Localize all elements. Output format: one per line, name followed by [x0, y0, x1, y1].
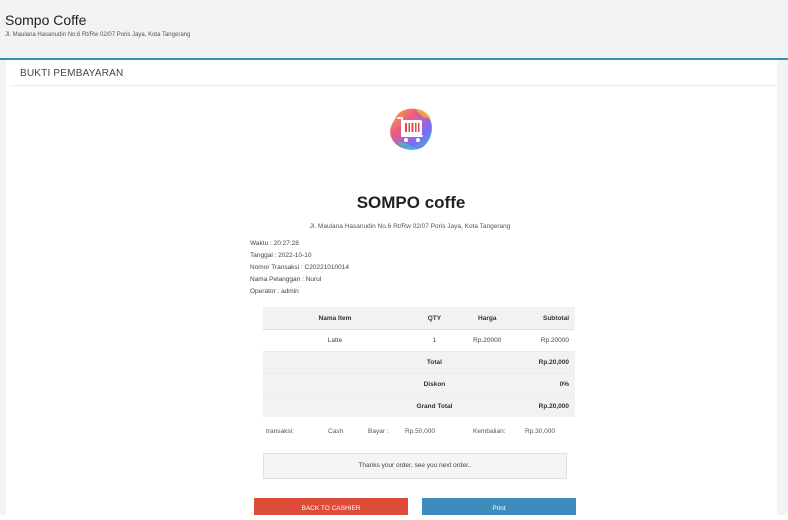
info-date: Tanggal : 2022-10-10	[250, 252, 312, 259]
col-header-item: Nama Item	[263, 307, 407, 330]
info-operator: Operator : admin	[250, 288, 299, 295]
grand-total-label: Grand Total	[406, 395, 462, 417]
card-header: BUKTI PEMBAYARAN	[10, 61, 776, 86]
summary-row-discount: Diskon 0%	[263, 373, 575, 396]
change-label: Kembalian:	[473, 428, 506, 435]
total-value: Rp.20,000	[512, 351, 575, 374]
app-header: Sompo Coffe Jl. Maulana Hasanudin No.6 R…	[0, 0, 788, 60]
info-transaction-number: Nomor Transaksi : C20221010014	[250, 264, 350, 271]
col-header-subtotal: Subtotal	[512, 307, 575, 330]
discount-value: 0%	[512, 373, 575, 396]
items-table: Nama Item QTY Harga Subtotal Latte 1 Rp.…	[263, 307, 575, 417]
item-qty: 1	[406, 329, 462, 352]
app-address: Jl. Maulana Hasanudin No.6 Rt/Rw 02/07 P…	[5, 32, 191, 38]
app-title: Sompo Coffe	[5, 12, 87, 28]
shop-name: SOMPO coffe	[356, 193, 466, 212]
payment-method-value: Cash	[328, 428, 344, 435]
thanks-message: Thanks your order, see you next order..	[263, 453, 567, 479]
change-value: Rp.30,000	[525, 428, 555, 435]
card-title: BUKTI PEMBAYARAN	[20, 68, 124, 79]
paid-value: Rp.50,000	[405, 428, 435, 435]
summary-row-grand-total: Grand Total Rp.20,000	[263, 395, 575, 417]
item-subtotal: Rp.20000	[512, 329, 575, 352]
item-name: Latte	[263, 329, 407, 352]
back-to-cashier-button[interactable]: BACK TO CASHIER	[254, 498, 408, 515]
print-button[interactable]: Print	[422, 498, 576, 515]
paid-label: Bayar :	[368, 428, 389, 435]
table-header-row: Nama Item QTY Harga Subtotal	[263, 307, 575, 330]
item-price: Rp.20000	[461, 329, 513, 352]
left-gutter	[0, 60, 6, 515]
col-header-qty: QTY	[406, 307, 462, 330]
info-customer-name: Nama Pelanggan : Nurul	[250, 276, 322, 283]
shopping-cart-icon	[385, 103, 437, 155]
total-label: Total	[406, 351, 462, 374]
summary-row-total: Total Rp.20,000	[263, 351, 575, 374]
grand-total-value: Rp.20,000	[512, 395, 575, 417]
col-header-price: Harga	[461, 307, 513, 330]
shop-address: Jl. Maulana Hasanudin No.6 Rt/Rw 02/07 P…	[309, 223, 511, 230]
table-row: Latte 1 Rp.20000 Rp.20000	[263, 329, 575, 352]
info-time: Waktu : 20:27:28	[250, 240, 299, 247]
payment-method-label: transaksi:	[266, 428, 294, 435]
discount-label: Diskon	[406, 373, 462, 396]
right-gutter	[777, 60, 788, 515]
